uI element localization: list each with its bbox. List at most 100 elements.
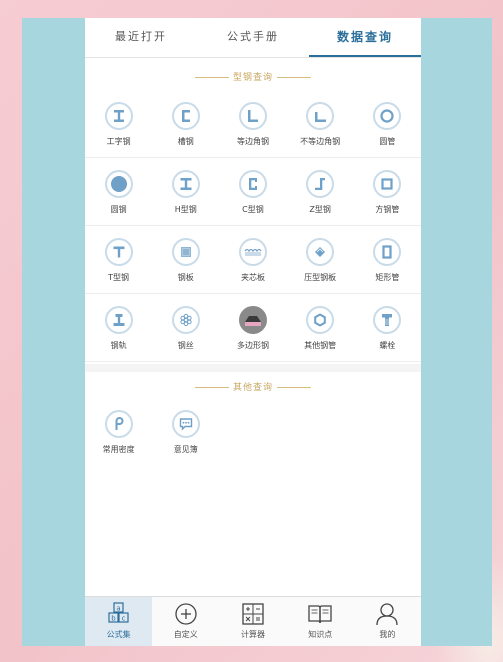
tabbar-formula-set[interactable]: abc 公式集: [85, 597, 153, 646]
svg-text:b: b: [111, 615, 116, 623]
tab-data-query[interactable]: 数据查询: [309, 18, 421, 57]
item-label: 常用密度: [102, 445, 135, 454]
top-tabs: 最近打开 公式手册 数据查询: [85, 18, 421, 58]
bottom-tab-bar: abc 公式集 自定义 计算器 知识点 我的: [85, 596, 421, 646]
grid-row-1: 工字钢 槽钢 等边角钢 不等边角钢 圆管: [85, 90, 421, 158]
item-rectangular-tube[interactable]: 矩形管: [354, 226, 421, 294]
c-steel-icon: [238, 170, 267, 198]
item-density[interactable]: 常用密度: [85, 398, 152, 466]
section-divider: [85, 364, 421, 372]
item-label: 槽钢: [177, 137, 194, 146]
h-beam-icon: [171, 170, 200, 198]
app-screen: 最近打开 公式手册 数据查询 型钢查询 工字钢 槽钢 等边角钢 不等边角钢 圆管…: [85, 18, 421, 646]
item-round-bar[interactable]: 圆钢: [85, 158, 152, 226]
unequal-angle-icon: [306, 102, 335, 130]
tabbar-label: 公式集: [106, 630, 131, 639]
svg-text:c: c: [121, 615, 125, 623]
item-i-beam[interactable]: 工字钢: [85, 90, 152, 158]
item-label: Z型钢: [309, 205, 331, 214]
tab-recent[interactable]: 最近打开: [85, 18, 197, 57]
tabbar-label: 计算器: [241, 630, 265, 639]
user-icon: [374, 601, 400, 627]
item-equal-angle[interactable]: 等边角钢: [219, 90, 286, 158]
item-other-pipe[interactable]: 其他钢管: [287, 294, 354, 362]
item-label: 夹芯板: [240, 273, 265, 282]
tabbar-calculator[interactable]: 计算器: [219, 597, 286, 646]
square-tube-icon: [373, 170, 402, 198]
item-label: 不等边角钢: [300, 137, 341, 146]
section-header-other: 其他查询: [85, 380, 421, 393]
plus-circle-icon: [173, 601, 199, 627]
tabbar-label: 知识点: [308, 630, 333, 639]
item-round-pipe[interactable]: 圆管: [354, 90, 421, 158]
item-label: 钢板: [177, 273, 194, 282]
item-polygon-steel[interactable]: 多边形钢: [219, 294, 286, 362]
item-label: 螺栓: [379, 341, 396, 350]
i-beam-icon: [104, 102, 133, 130]
rail-icon: [104, 306, 133, 334]
item-label: 方钢管: [375, 205, 400, 214]
item-label: 矩形管: [375, 273, 400, 282]
tab-formula-manual[interactable]: 公式手册: [197, 18, 309, 57]
item-h-beam[interactable]: H型钢: [152, 158, 219, 226]
section-title-steel: 型钢查询: [232, 73, 273, 83]
item-square-tube[interactable]: 方钢管: [354, 158, 421, 226]
item-unequal-angle[interactable]: 不等边角钢: [287, 90, 354, 158]
item-feedback[interactable]: 意见簿: [152, 398, 219, 466]
item-t-steel[interactable]: T型钢: [85, 226, 152, 294]
round-pipe-icon: [373, 102, 402, 130]
item-label: 多边形钢: [236, 341, 269, 350]
item-label: T型钢: [108, 273, 130, 282]
tabbar-label: 自定义: [173, 630, 198, 639]
item-channel-steel[interactable]: 槽钢: [152, 90, 219, 158]
rectangular-tube-icon: [373, 238, 402, 266]
item-bolt[interactable]: 螺栓: [354, 294, 421, 362]
item-label: 钢轨: [110, 341, 127, 350]
other-pipe-icon: [306, 306, 335, 334]
sandwich-panel-icon: [238, 238, 267, 266]
feedback-icon: [171, 410, 200, 438]
steel-plate-icon: [171, 238, 200, 266]
item-profiled-sheet[interactable]: 压型钢板: [287, 226, 354, 294]
section-header-steel: 型钢查询: [85, 70, 421, 83]
item-label: 其他钢管: [304, 341, 337, 350]
round-bar-icon: [104, 170, 133, 198]
steel-wire-icon: [171, 306, 200, 334]
tabbar-knowledge[interactable]: 知识点: [287, 597, 354, 646]
item-steel-wire[interactable]: 钢丝: [152, 294, 219, 362]
book-icon: [307, 601, 333, 627]
item-rail[interactable]: 钢轨: [85, 294, 152, 362]
grid-row-3: T型钢 钢板 夹芯板 压型钢板 矩形管: [85, 226, 421, 294]
item-label: 圆钢: [110, 205, 127, 214]
item-sandwich-panel[interactable]: 夹芯板: [219, 226, 286, 294]
item-label: 等边角钢: [236, 137, 269, 146]
tabbar-custom[interactable]: 自定义: [152, 597, 219, 646]
item-label: 钢丝: [177, 341, 194, 350]
item-steel-plate[interactable]: 钢板: [152, 226, 219, 294]
grid-row-2: 圆钢 H型钢 C型钢 Z型钢 方钢管: [85, 158, 421, 226]
calculator-icon: [240, 601, 266, 627]
z-steel-icon: [306, 170, 335, 198]
t-steel-icon: [104, 238, 133, 266]
channel-steel-icon: [171, 102, 200, 130]
item-label: C型钢: [242, 205, 264, 214]
item-label: 圆管: [379, 137, 396, 146]
tabbar-mine[interactable]: 我的: [354, 597, 421, 646]
item-label: 意见簿: [173, 445, 198, 454]
svg-text:a: a: [116, 605, 120, 613]
polygon-steel-icon: [238, 306, 267, 334]
section-title-other: 其他查询: [232, 383, 273, 393]
equal-angle-icon: [238, 102, 267, 130]
item-z-steel[interactable]: Z型钢: [287, 158, 354, 226]
grid-row-other: 常用密度 意见簿: [85, 398, 421, 466]
item-label: 压型钢板: [304, 273, 337, 282]
profiled-sheet-icon: [306, 238, 335, 266]
item-c-steel[interactable]: C型钢: [219, 158, 286, 226]
bolt-icon: [373, 306, 402, 334]
item-label: H型钢: [174, 205, 197, 214]
density-icon: [104, 410, 133, 438]
tabbar-label: 我的: [379, 630, 396, 639]
abc-blocks-icon: abc: [106, 601, 132, 627]
grid-row-4: 钢轨 钢丝 多边形钢 其他钢管 螺栓: [85, 294, 421, 362]
item-label: 工字钢: [106, 137, 131, 146]
